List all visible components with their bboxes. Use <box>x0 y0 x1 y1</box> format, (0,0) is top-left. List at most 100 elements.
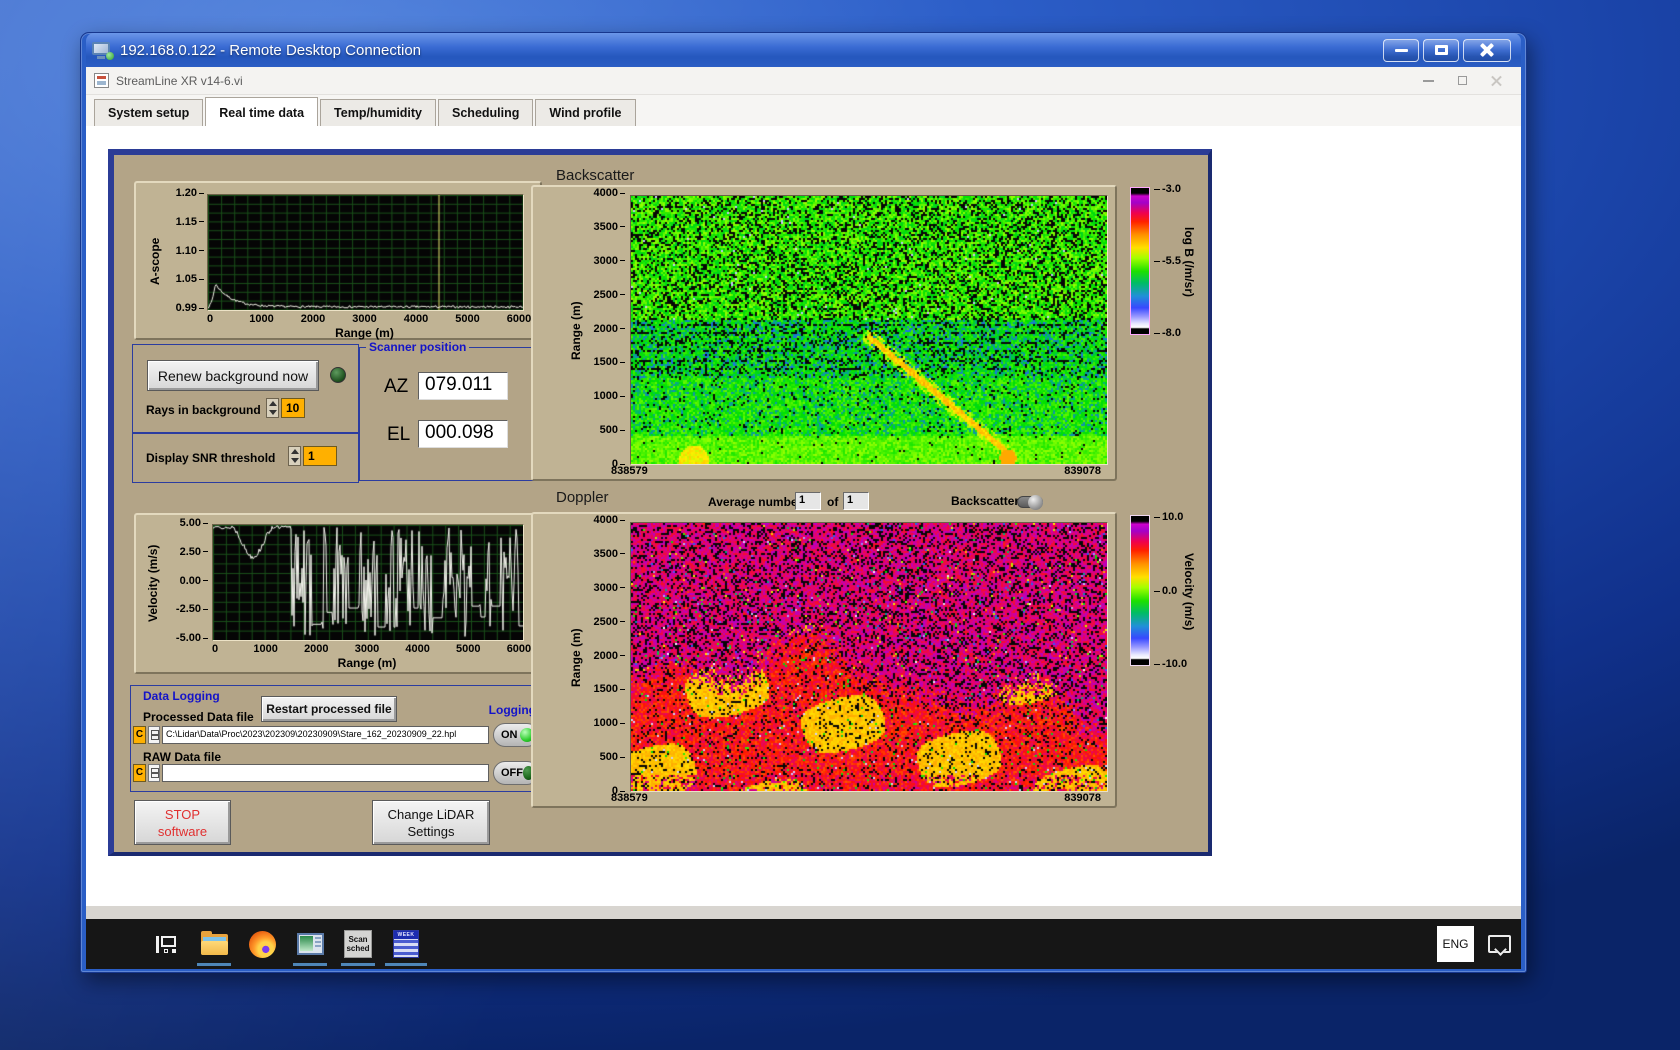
backscatter-heatmap <box>630 195 1108 465</box>
desktop-strip <box>86 906 1521 919</box>
scan-icon-text2: sched <box>346 944 370 953</box>
backscatter-x-end: 839078 <box>1064 465 1101 477</box>
az-value-field[interactable]: 079.011 <box>418 372 508 400</box>
app-window-icon <box>296 933 324 955</box>
average-number-input[interactable]: 1 <box>795 492 821 510</box>
change-lidar-settings-button[interactable]: Change LiDAR Settings <box>372 800 490 845</box>
main-panel: A-scope 1.20 1.15 1.10 1.05 0.99 0 1000 2000 30… <box>108 149 1212 856</box>
rays-value[interactable]: 10 <box>281 398 305 418</box>
snr-threshold-box: Display SNR threshold 1 <box>132 433 359 483</box>
renew-background-label: Renew background now <box>157 367 309 384</box>
tab-system-setup[interactable]: System setup <box>94 99 204 126</box>
firefox-button[interactable] <box>248 930 276 958</box>
logging-label: Logging <box>488 703 536 717</box>
processed-path-input[interactable]: C:\Lidar\Data\Proc\2023\202309\20230909\… <box>162 726 489 744</box>
week-planner-button[interactable]: WEEK <box>385 930 427 966</box>
snr-spinner[interactable] <box>288 446 301 466</box>
tab-strip: System setup Real time data Temp/humidity S… <box>86 95 1521 126</box>
rays-in-background-label: Rays in background <box>146 403 261 417</box>
velocity-plot-box: Velocity (m/s) 5.00 2.50 0.00 -2.50 -5.00 01… <box>134 513 542 674</box>
raw-data-file-label: RAW Data file <box>143 750 222 764</box>
scan-scheduler-button[interactable]: Scan sched <box>341 930 375 966</box>
language-indicator[interactable]: ENG <box>1437 926 1474 962</box>
file-explorer-button[interactable] <box>197 930 231 966</box>
task-view-button[interactable] <box>152 930 180 958</box>
snr-threshold-label: Display SNR threshold <box>146 451 276 465</box>
tick-label: 2000 <box>300 313 326 325</box>
tick-label: 4000 <box>403 313 429 325</box>
backscatter-plate: Range (m) 4000 3500 3000 2500 2000 1500 1000 50… <box>531 185 1117 481</box>
backscatter-doppler-toggle[interactable] <box>1017 495 1043 510</box>
background-controls-box: Renew background now Rays in background … <box>132 344 359 433</box>
tick-label: 2000 <box>594 650 625 662</box>
tick-label: 1.05 <box>176 274 204 285</box>
tick-label: 3000 <box>352 313 377 325</box>
rdp-minimize-button[interactable] <box>1383 38 1419 62</box>
close-icon <box>1480 43 1494 57</box>
tick-label: 1.15 <box>176 216 204 228</box>
backscatter-cb-tick-max: -3.0 <box>1154 183 1181 195</box>
rdp-window-title: 192.168.0.122 - Remote Desktop Connectio… <box>120 41 422 59</box>
doppler-y-axis-label: Range (m) <box>569 628 583 688</box>
restart-processed-file-button[interactable]: Restart processed file <box>261 696 397 722</box>
stop-label-line1: STOP <box>164 806 201 822</box>
app-minimize-button[interactable] <box>1411 70 1445 92</box>
average-total-input[interactable]: 1 <box>843 492 869 510</box>
rdp-maximize-button[interactable] <box>1423 38 1459 62</box>
tick-label: 0 <box>211 643 219 655</box>
tab-wind-profile[interactable]: Wind profile <box>535 99 636 126</box>
rdp-window: 192.168.0.122 - Remote Desktop Connectio… <box>80 32 1527 973</box>
tick-label: 1.20 <box>176 188 204 199</box>
change-settings-line1: Change LiDAR <box>387 806 475 822</box>
app-restore-button[interactable] <box>1445 70 1479 92</box>
app-window-button[interactable] <box>293 930 327 966</box>
backscatter-y-ticks: 4000 3500 3000 2500 2000 1500 1000 500 0 <box>587 188 625 470</box>
raw-drive-box[interactable]: C <box>133 764 146 782</box>
app-window-title: StreamLine XR v14-6.vi <box>116 73 243 88</box>
velocity-x-axis-label: Range (m) <box>337 656 397 670</box>
rays-spinner[interactable] <box>266 398 279 418</box>
tick-label: 1500 <box>594 357 625 368</box>
doppler-x-start: 838579 <box>611 792 648 804</box>
ascope-plot-box: A-scope 1.20 1.15 1.10 1.05 0.99 0 1000 2000 30… <box>134 181 542 340</box>
rdp-close-button[interactable] <box>1463 38 1511 62</box>
tick-label: 2.50 <box>180 546 208 558</box>
backscatter-cb-tick-mid: -5.5 <box>1154 255 1181 267</box>
backscatter-x-start: 838579 <box>611 465 648 477</box>
velocity-y-axis-label: Velocity (m/s) <box>146 544 160 622</box>
az-label: AZ <box>384 376 409 397</box>
renew-background-button[interactable]: Renew background now <box>147 360 319 391</box>
snr-value[interactable]: 1 <box>303 446 337 466</box>
velocity-y-ticks: 5.00 2.50 0.00 -2.50 -5.00 <box>164 518 208 644</box>
tab-real-time-data[interactable]: Real time data <box>205 97 319 126</box>
tick-label: 0 <box>206 313 214 325</box>
ascope-x-axis-label: Range (m) <box>335 326 394 340</box>
tick-label: 3500 <box>594 221 625 233</box>
rdp-titlebar[interactable]: 192.168.0.122 - Remote Desktop Connectio… <box>86 33 1521 67</box>
week-icon-text: WEEK <box>394 931 418 939</box>
el-label: EL <box>387 424 411 445</box>
stop-software-button[interactable]: STOP software <box>134 800 231 845</box>
raw-browse-icon[interactable] <box>148 764 160 782</box>
tick-label: 1.10 <box>176 245 204 257</box>
tick-label: 3000 <box>354 643 380 655</box>
notification-center-icon[interactable] <box>1488 935 1511 953</box>
processed-drive-box[interactable]: C <box>133 726 146 744</box>
minimize-icon <box>1394 48 1408 52</box>
app-close-button[interactable] <box>1479 70 1513 92</box>
average-number-label: Average number <box>708 495 803 509</box>
processed-browse-icon[interactable] <box>148 726 160 744</box>
app-titlebar[interactable]: StreamLine XR v14-6.vi <box>86 67 1521 95</box>
tick-label: 5.00 <box>180 518 208 529</box>
tab-temp-humidity[interactable]: Temp/humidity <box>320 99 437 126</box>
tab-scheduling[interactable]: Scheduling <box>438 99 534 126</box>
el-value-field[interactable]: 000.098 <box>418 420 508 448</box>
firefox-icon <box>248 930 276 958</box>
scan-scheduler-icon: Scan sched <box>344 930 372 958</box>
raw-path-input[interactable] <box>162 764 489 782</box>
data-logging-title: Data Logging <box>143 689 220 703</box>
tick-label: 500 <box>600 425 625 436</box>
on-label: ON <box>501 729 518 741</box>
backscatter-colorbar-label: log B (/m/sr) <box>1182 226 1196 297</box>
remote-desktop-icon <box>92 41 114 60</box>
